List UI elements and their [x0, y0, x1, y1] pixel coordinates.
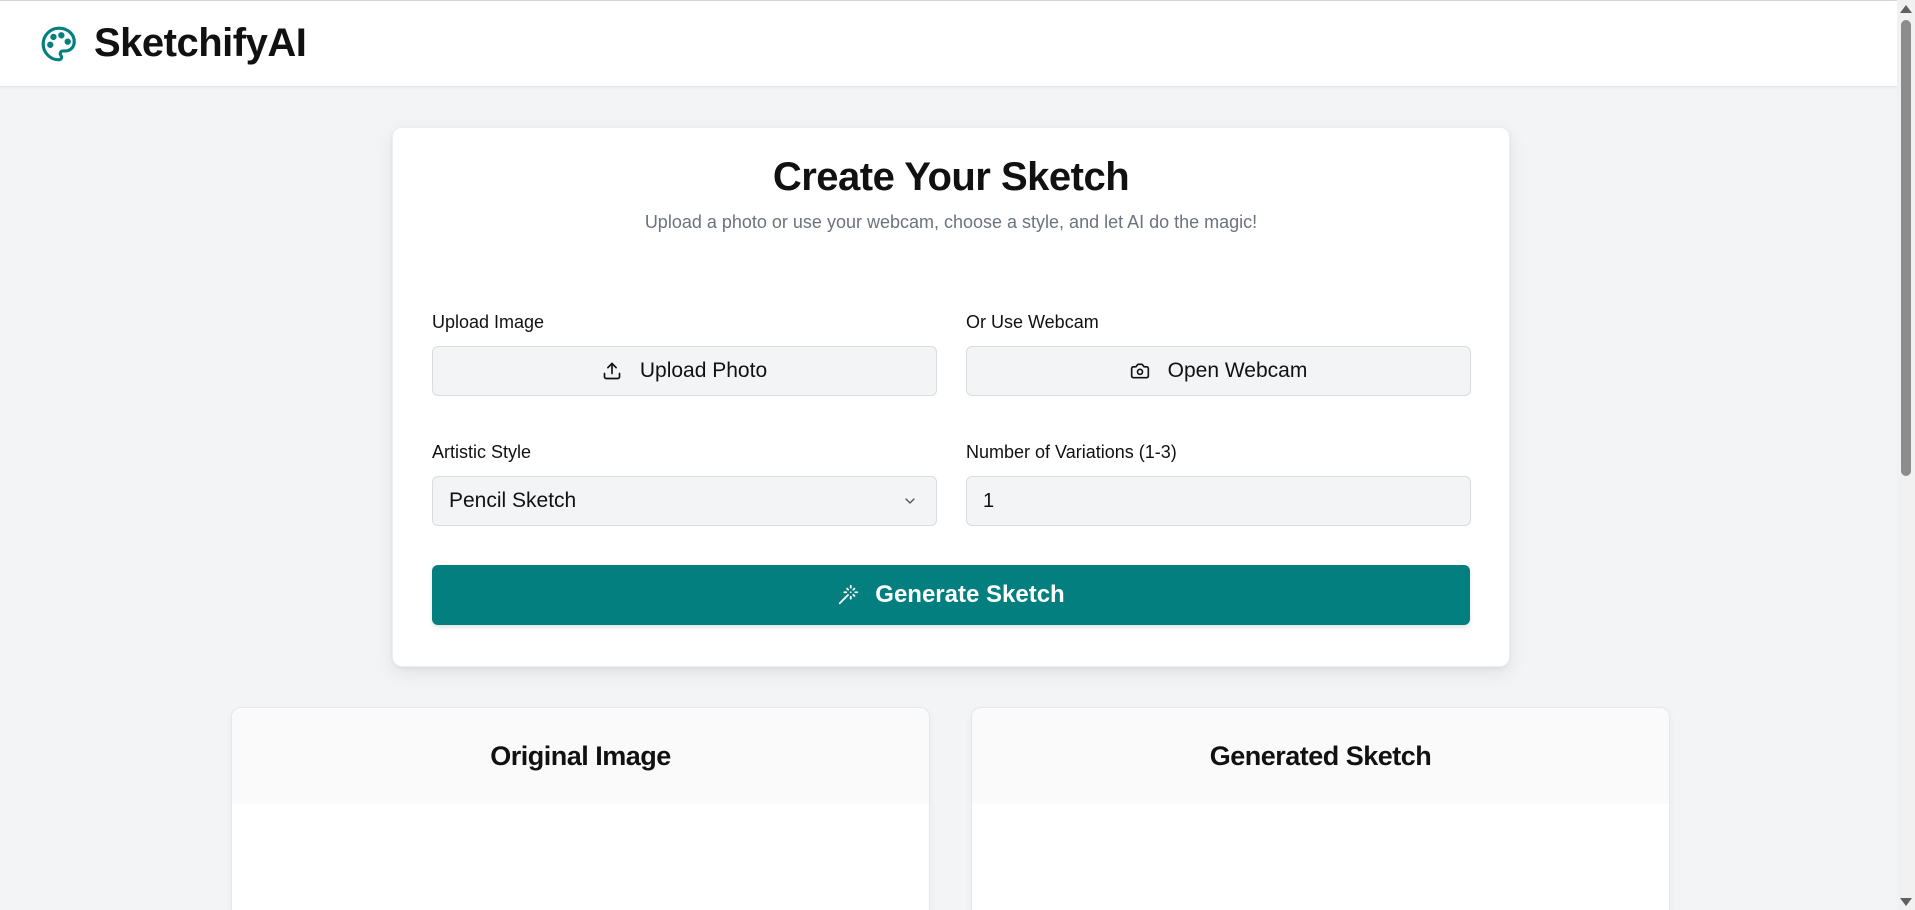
generated-sketch-panel: Generated Sketch [971, 707, 1670, 910]
artistic-style-select[interactable]: Pencil Sketch [432, 476, 937, 526]
upload-photo-label: Upload Photo [639, 359, 768, 382]
generated-sketch-title: Generated Sketch [972, 708, 1669, 804]
chevron-down-icon [902, 493, 918, 509]
upload-photo-button[interactable]: Upload Photo [432, 346, 937, 396]
app-header: SketchifyAI [0, 0, 1897, 87]
app-title[interactable]: SketchifyAI [94, 21, 307, 66]
create-sketch-card: Create Your Sketch Upload a photo or use… [392, 127, 1510, 667]
variations-label: Number of Variations (1-3) [966, 442, 1177, 462]
page-subtitle: Upload a photo or use your webcam, choos… [644, 212, 1258, 232]
scrollbar-thumb[interactable] [1901, 20, 1911, 476]
original-image-panel: Original Image [231, 707, 930, 910]
variations-input[interactable] [966, 476, 1471, 526]
generate-sketch-button[interactable]: Generate Sketch [432, 565, 1470, 625]
artistic-style-label: Artistic Style [432, 442, 532, 462]
upload-icon [602, 361, 622, 381]
palette-icon [40, 24, 80, 64]
page-title: Create Your Sketch [772, 155, 1130, 199]
artistic-style-value: Pencil Sketch [449, 489, 577, 512]
webcam-label: Or Use Webcam [966, 312, 1099, 332]
generate-sketch-label: Generate Sketch [875, 581, 1065, 608]
scroll-down-arrow-icon[interactable] [1897, 893, 1915, 910]
vertical-scrollbar[interactable] [1897, 0, 1915, 910]
camera-icon [1130, 361, 1150, 381]
scroll-up-arrow-icon[interactable] [1897, 0, 1915, 17]
magic-wand-icon [837, 584, 859, 606]
original-image-title: Original Image [232, 708, 929, 804]
upload-image-label: Upload Image [432, 312, 545, 332]
open-webcam-label: Open Webcam [1167, 359, 1308, 382]
open-webcam-button[interactable]: Open Webcam [966, 346, 1471, 396]
